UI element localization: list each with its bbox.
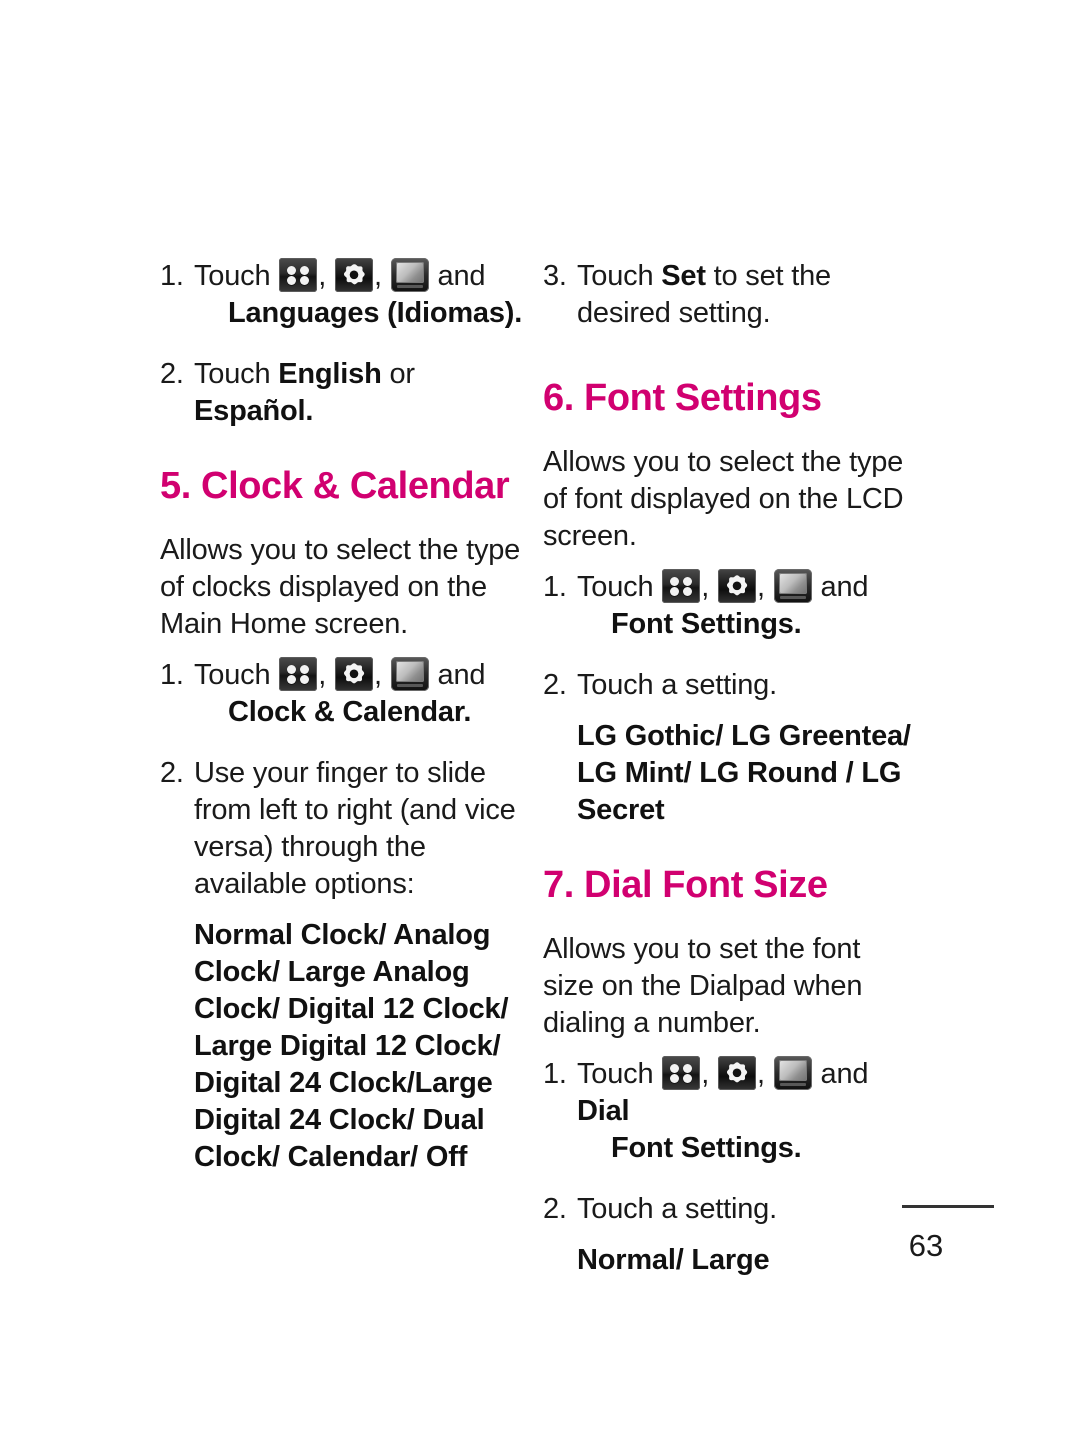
step-text: Touch bbox=[194, 358, 279, 390]
period-1: . bbox=[514, 297, 523, 329]
dial-font-options-list: Normal/ Large bbox=[577, 1244, 770, 1276]
step-text-or: or bbox=[381, 358, 415, 390]
font-settings-target-label: Font Settings bbox=[611, 608, 794, 640]
icon-separator-2: , bbox=[373, 260, 382, 292]
step-number: 3. bbox=[543, 260, 567, 292]
font-settings-step-2: 2. Touch a setting. bbox=[543, 667, 915, 704]
icon-separator-1: , bbox=[701, 571, 710, 603]
font-settings-step-1: 1. Touch , , and Font Settings. bbox=[543, 569, 915, 643]
set-label: Set bbox=[661, 260, 706, 292]
step-text-and: and bbox=[437, 659, 486, 691]
step-text-and: and bbox=[820, 571, 869, 603]
clock-calendar-step-1: 1. Touch , , and Clock & Calendar. bbox=[160, 657, 528, 731]
apps-grid-icon bbox=[662, 569, 701, 603]
step-text-touch: Touch bbox=[577, 1058, 654, 1090]
left-column: 1. Touch , , and Languages (Idiomas). 2.… bbox=[160, 258, 528, 1176]
step-text: Touch a setting. bbox=[577, 1193, 777, 1225]
right-column: 3. Touch Set to set the desired setting. … bbox=[543, 258, 915, 1279]
dial-font-size-step-2: 2. Touch a setting. bbox=[543, 1191, 915, 1228]
icon-separator-1: , bbox=[701, 1058, 710, 1090]
icon-separator-1: , bbox=[318, 260, 327, 292]
dial-font-settings-target-label: Font Settings bbox=[611, 1132, 794, 1164]
step-number: 1. bbox=[160, 260, 184, 292]
apps-grid-icon bbox=[279, 258, 318, 292]
dial-font-size-step-1: 1. Touch , , and Dial Font Settings. bbox=[543, 1056, 915, 1167]
step-number: 1. bbox=[543, 571, 567, 603]
step-number: 1. bbox=[160, 659, 184, 691]
display-screen-icon bbox=[773, 569, 812, 603]
icon-separator-1: , bbox=[318, 659, 327, 691]
heading-dial-font-size: 7. Dial Font Size bbox=[543, 864, 828, 906]
step-text-touch: Touch bbox=[194, 260, 271, 292]
display-screen-icon bbox=[390, 657, 429, 691]
heading-font-settings: 6. Font Settings bbox=[543, 377, 822, 419]
font-options-list: LG Gothic/ LG Greentea/ LG Mint/ LG Roun… bbox=[577, 720, 911, 826]
step-text-touch: Touch bbox=[194, 659, 271, 691]
page-number: 63 bbox=[908, 1228, 944, 1263]
step-text: Use your finger to slide from left to ri… bbox=[194, 757, 516, 900]
settings-gear-icon bbox=[717, 569, 756, 603]
font-settings-description: Allows you to select the type of font di… bbox=[543, 446, 904, 552]
clock-calendar-description: Allows you to select the type of clocks … bbox=[160, 534, 521, 640]
clock-calendar-step-2: 2. Use your finger to slide from left to… bbox=[160, 755, 528, 903]
step-number: 1. bbox=[543, 1058, 567, 1090]
clock-calendar-target-label: Clock & Calendar bbox=[228, 696, 464, 728]
step-text-touch: Touch bbox=[577, 571, 654, 603]
step-text-and: and bbox=[820, 1058, 869, 1090]
step-text: Touch bbox=[577, 260, 662, 292]
footer-divider bbox=[902, 1205, 994, 1208]
display-screen-icon bbox=[773, 1056, 812, 1090]
icon-separator-2: , bbox=[756, 1058, 765, 1090]
espanol-label: Español bbox=[194, 395, 306, 427]
apps-grid-icon bbox=[279, 657, 318, 691]
period-3: . bbox=[463, 696, 472, 728]
icon-separator-2: , bbox=[756, 571, 765, 603]
languages-target-label: Languages (Idiomas) bbox=[228, 297, 515, 329]
settings-gear-icon bbox=[717, 1056, 756, 1090]
step-number: 2. bbox=[160, 757, 184, 789]
step-text: Touch a setting. bbox=[577, 669, 777, 701]
icon-separator-2: , bbox=[373, 659, 382, 691]
manual-page: 1. Touch , , and Languages (Idiomas). 2.… bbox=[0, 0, 1080, 1430]
languages-step-2: 2. Touch English or Español. bbox=[160, 356, 528, 430]
step-number: 2. bbox=[543, 669, 567, 701]
period-2: . bbox=[305, 395, 314, 427]
continued-step-3: 3. Touch Set to set the desired setting. bbox=[543, 258, 915, 332]
two-column-layout: 1. Touch , , and Languages (Idiomas). 2.… bbox=[0, 0, 1080, 1430]
dial-font-size-description: Allows you to set the font size on the D… bbox=[543, 933, 863, 1039]
display-screen-icon bbox=[390, 258, 429, 292]
settings-gear-icon bbox=[334, 258, 373, 292]
apps-grid-icon bbox=[662, 1056, 701, 1090]
clock-options-list: Normal Clock/ Analog Clock/ Large Analog… bbox=[194, 919, 509, 1173]
english-label: English bbox=[278, 358, 382, 390]
heading-clock-calendar: 5. Clock & Calendar bbox=[160, 465, 510, 507]
dial-label: Dial bbox=[577, 1095, 630, 1127]
languages-step-1: 1. Touch , , and Languages (Idiomas). bbox=[160, 258, 528, 332]
settings-gear-icon bbox=[334, 657, 373, 691]
period-5: . bbox=[793, 1132, 802, 1164]
period-4: . bbox=[793, 608, 802, 640]
step-text-and: and bbox=[437, 260, 486, 292]
step-number: 2. bbox=[543, 1193, 567, 1225]
step-number: 2. bbox=[160, 358, 184, 390]
